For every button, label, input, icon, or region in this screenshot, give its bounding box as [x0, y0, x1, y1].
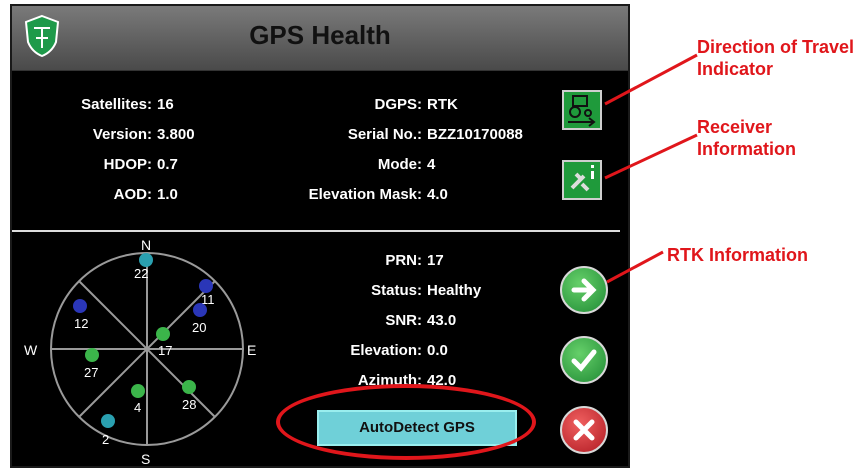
callout-receiver-information: Receiver Information [697, 117, 796, 159]
callout-rtk-information: RTK Information [667, 245, 808, 265]
callout-direction-of-travel: Direction of Travel Indicator [697, 37, 855, 79]
